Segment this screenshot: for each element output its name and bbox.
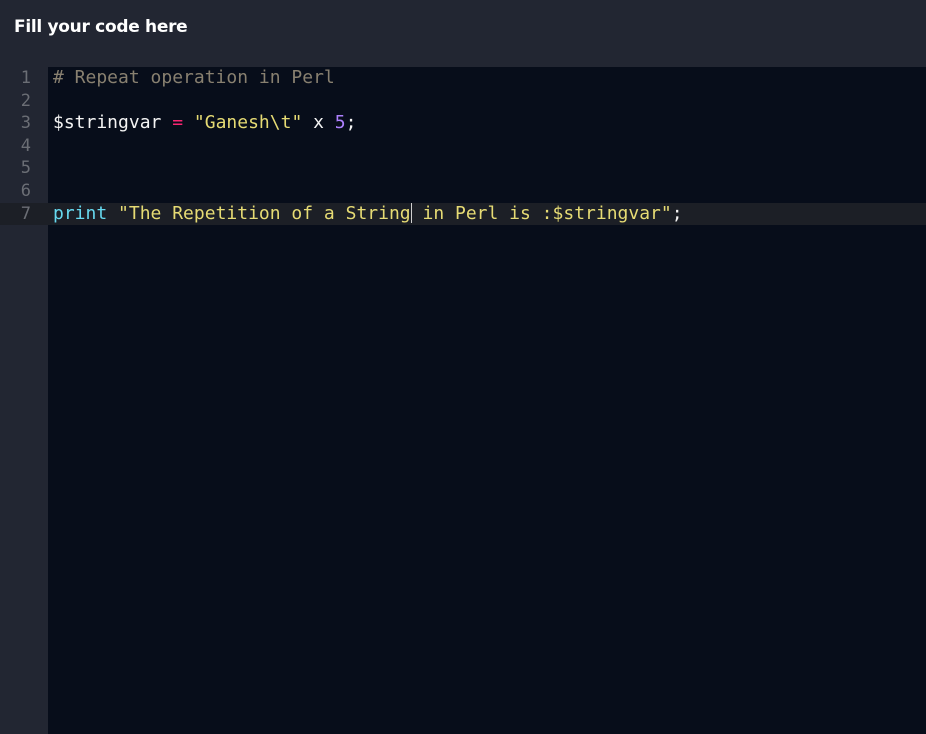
code-line-3-text[interactable]: $stringvar = "Ganesh\t" x 5; [53, 112, 356, 135]
page-title: Fill your code here [14, 17, 188, 37]
line-number-2: 2 [20, 90, 31, 111]
line-number-1: 1 [20, 68, 31, 88]
variable-token: $stringvar [53, 112, 162, 134]
header: Fill your code here [0, 0, 926, 67]
semicolon-token: ; [671, 202, 683, 224]
code-line-7-text[interactable]: print "The Repetition of a String in Per… [53, 202, 683, 226]
semicolon-token: ; [345, 112, 357, 134]
operator-token: = [172, 112, 184, 134]
line-number-7: 7 [20, 203, 31, 224]
line-number-6: 6 [20, 181, 31, 201]
code-line-1[interactable]: 1 # Repeat operation in Perl [0, 67, 926, 90]
repeat-operator-token: x [302, 112, 335, 134]
code-editor[interactable]: 1 # Repeat operation in Perl 2 3 $string… [0, 67, 926, 734]
code-line-6[interactable]: 6 [0, 180, 926, 203]
code-line-1-text[interactable]: # Repeat operation in Perl [53, 67, 335, 90]
string-token: in Perl is :$stringvar" [411, 202, 672, 224]
code-line-4[interactable]: 4 [0, 135, 926, 158]
number-token: 5 [334, 112, 346, 134]
string-token: "Ganesh\t" [193, 112, 303, 134]
code-line-3[interactable]: 3 $stringvar = "Ganesh\t" x 5; [0, 112, 926, 135]
line-number-3: 3 [20, 113, 31, 134]
string-token: "The Repetition of a String [118, 202, 411, 224]
line-number-4: 4 [20, 135, 31, 156]
code-line-2[interactable]: 2 [0, 90, 926, 113]
code-line-5[interactable]: 5 [0, 157, 926, 180]
line-number-5: 5 [20, 158, 31, 179]
comment-token: # Repeat operation in Perl [53, 67, 335, 88]
keyword-token: print [53, 202, 108, 224]
code-line-7-active[interactable]: 7 print "The Repetition of a String in P… [0, 202, 926, 226]
